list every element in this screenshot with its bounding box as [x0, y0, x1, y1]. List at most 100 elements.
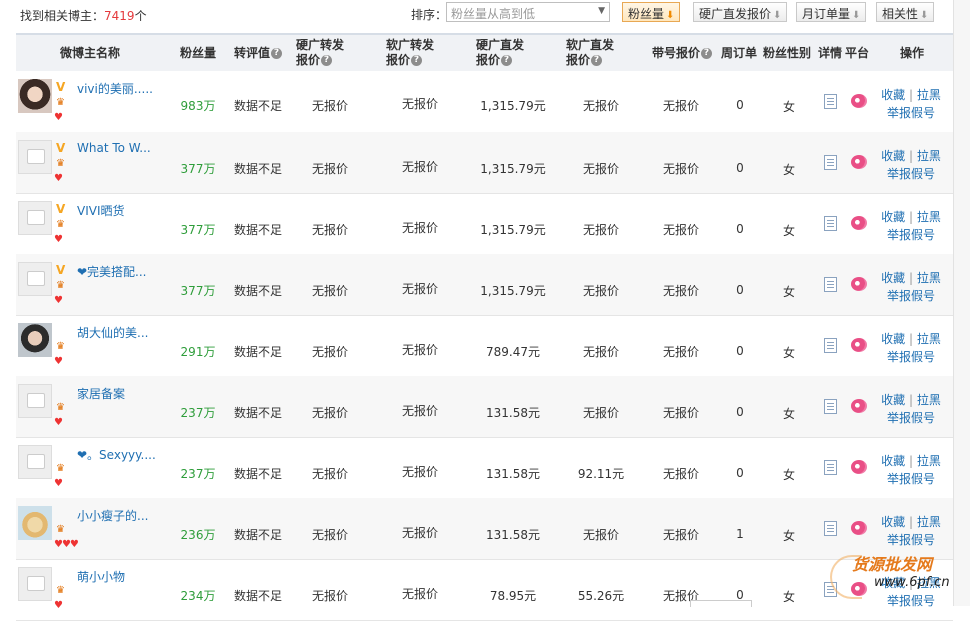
hard-direct-price: 1,315.79元 [480, 162, 546, 176]
help-icon[interactable]: ? [501, 55, 513, 66]
hearts-icon: ♥ [54, 173, 63, 184]
table-row: 小小瘦子的... ♛ ♥♥♥ 236万 数据不足 无报价 无报价 131.58元 无报价 无报价 1… [16, 498, 953, 560]
hard-direct-price: 78.95元 [489, 589, 537, 603]
action-separator: | [908, 210, 914, 224]
report-fake-link[interactable]: 举报假号 [887, 106, 935, 120]
report-fake-link[interactable]: 举报假号 [887, 472, 935, 486]
sort-button-label: 硬广直发报价 [699, 7, 772, 21]
avatar[interactable] [18, 567, 52, 601]
block-link[interactable]: 拉黑 [917, 454, 941, 468]
help-icon[interactable]: ? [321, 55, 333, 66]
fans-count: 237万 [180, 406, 216, 420]
collect-link[interactable]: 收藏 [881, 515, 905, 529]
block-link[interactable]: 拉黑 [917, 332, 941, 346]
collect-link[interactable]: 收藏 [881, 210, 905, 224]
detail-doc-icon[interactable] [824, 155, 837, 170]
report-fake-link[interactable]: 举报假号 [887, 411, 935, 425]
detail-doc-icon[interactable] [824, 277, 837, 292]
rating-value: 数据不足 [233, 345, 282, 359]
fan-gender: 女 [782, 468, 795, 482]
table-header: 微博主名称 粉丝量 转评值? 硬广转发 报价? 软广转发 报价? 硬广直发 报价? 软… [16, 33, 953, 71]
weekly-orders: 0 [736, 466, 744, 480]
blogger-name-link[interactable]: 家居备案 [77, 385, 125, 402]
header-soft-forward: 软广转发 报价? [386, 35, 434, 71]
report-fake-link[interactable]: 举报假号 [887, 228, 935, 242]
report-fake-link[interactable]: 举报假号 [887, 350, 935, 364]
row-actions: 收藏 | 拉黑 举报假号 [878, 330, 944, 366]
table-row: 家居备案 ♛ ♥ 237万 数据不足 无报价 无报价 131.58元 无报价 无报价 0 女 收藏 |… [16, 376, 953, 438]
avatar[interactable] [18, 262, 52, 296]
sort-arrow-icon: ⬇ [773, 10, 782, 21]
weekly-orders: 0 [736, 283, 744, 297]
results-toolbar: 找到相关博主：7419个 排序： 粉丝量从高到低 ▼ 粉丝量 ⬇ 硬广直发报价 ⬇ … [0, 0, 970, 30]
avatar[interactable] [18, 506, 52, 540]
block-link[interactable]: 拉黑 [917, 149, 941, 163]
header-rating-label: 转评值 [234, 45, 271, 60]
hard-direct-price: 789.47元 [486, 345, 540, 359]
block-link[interactable]: 拉黑 [917, 393, 941, 407]
collect-link[interactable]: 收藏 [881, 454, 905, 468]
blogger-name-link[interactable]: 萌小小物 [77, 568, 125, 585]
detail-doc-icon[interactable] [824, 521, 837, 536]
fan-gender: 女 [782, 346, 795, 360]
report-fake-link[interactable]: 举报假号 [887, 167, 935, 181]
avatar[interactable] [18, 140, 52, 174]
collect-link[interactable]: 收藏 [881, 149, 905, 163]
blogger-name-link[interactable]: ❤。Sexyyy.... [77, 446, 156, 463]
hard-forward-price: 无报价 [311, 345, 348, 359]
sort-by-fans-button[interactable]: 粉丝量 ⬇ [622, 2, 681, 22]
blogger-name-link[interactable]: vivi的美丽..... [77, 80, 153, 97]
collect-link[interactable]: 收藏 [881, 332, 905, 346]
help-icon[interactable]: ? [701, 47, 713, 59]
header-label-line2: 报价 [386, 53, 411, 67]
avatar[interactable] [18, 445, 52, 479]
avatar[interactable] [18, 323, 52, 357]
block-link[interactable]: 拉黑 [917, 88, 941, 102]
fans-count: 377万 [180, 162, 216, 176]
hearts-icon: ♥ [54, 295, 63, 306]
detail-doc-icon[interactable] [824, 460, 837, 475]
avatar[interactable] [18, 384, 52, 418]
help-icon[interactable]: ? [411, 55, 423, 66]
sort-by-monthly-orders-button[interactable]: 月订单量 ⬇ [796, 2, 867, 22]
detail-doc-icon[interactable] [824, 94, 837, 109]
level-icon: ♛ [56, 158, 65, 169]
soft-forward-price: 无报价 [401, 160, 438, 174]
soft-forward-price: 无报价 [401, 465, 438, 479]
collect-link[interactable]: 收藏 [881, 88, 905, 102]
blogger-name-link[interactable]: VIVI晒货 [77, 202, 125, 219]
blogger-name-link[interactable]: ❤完美搭配... [77, 263, 147, 280]
weekly-orders: 0 [736, 405, 744, 419]
report-fake-link[interactable]: 举报假号 [887, 289, 935, 303]
help-icon[interactable]: ? [271, 47, 283, 59]
soft-direct-price: 无报价 [582, 284, 619, 298]
collect-link[interactable]: 收藏 [881, 393, 905, 407]
detail-doc-icon[interactable] [824, 216, 837, 231]
hard-direct-price: 1,315.79元 [480, 284, 546, 298]
sort-select[interactable]: 粉丝量从高到低 ▼ [446, 2, 610, 22]
header-fan-gender: 粉丝性别 [763, 45, 812, 60]
avatar[interactable] [18, 79, 52, 113]
sort-by-hard-direct-price-button[interactable]: 硬广直发报价 ⬇ [693, 2, 788, 22]
blogger-name-link[interactable]: 小小瘦子的... [77, 507, 148, 524]
fans-count: 237万 [180, 467, 216, 481]
sort-by-relevance-button[interactable]: 相关性 ⬇ [876, 2, 935, 22]
block-link[interactable]: 拉黑 [917, 210, 941, 224]
block-link[interactable]: 拉黑 [917, 515, 941, 529]
found-prefix: 找到相关博主： [20, 9, 105, 23]
help-icon[interactable]: ? [591, 55, 603, 66]
detail-doc-icon[interactable] [824, 338, 837, 353]
collect-link[interactable]: 收藏 [881, 271, 905, 285]
detail-doc-icon[interactable] [824, 399, 837, 414]
hard-forward-price: 无报价 [311, 223, 348, 237]
blogger-name-link[interactable]: What To W... [77, 141, 151, 155]
tag-price: 无报价 [662, 406, 699, 420]
hard-direct-price: 1,315.79元 [480, 99, 546, 113]
blogger-name-link[interactable]: 胡大仙的美... [77, 324, 148, 341]
vertical-scrollbar[interactable] [953, 0, 970, 606]
soft-direct-price: 无报价 [582, 345, 619, 359]
table-row: Vvivi的美丽..... ♛ ♥ 983万 数据不足 无报价 无报价 1,315.79元 无报… [16, 71, 953, 133]
avatar[interactable] [18, 201, 52, 235]
watermark-line2: www.6pf.cn [874, 575, 950, 590]
block-link[interactable]: 拉黑 [917, 271, 941, 285]
